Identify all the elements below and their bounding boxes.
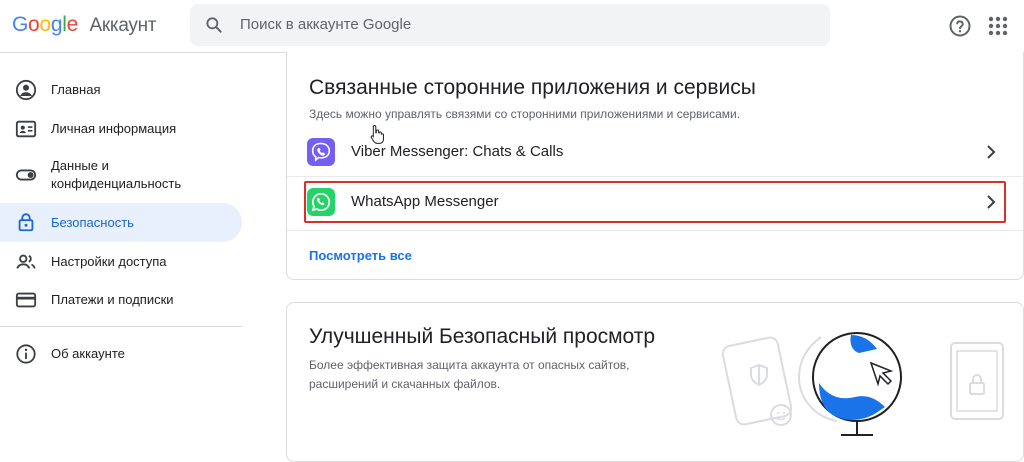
lock-icon bbox=[15, 211, 37, 233]
home-icon bbox=[15, 79, 37, 101]
card-description: Более эффективная защита аккаунта от опа… bbox=[309, 358, 630, 391]
logo-letter: G bbox=[12, 13, 29, 36]
sidebar-item-label: Об аккаунте bbox=[51, 346, 125, 361]
see-all-link[interactable]: Посмотреть все bbox=[309, 248, 412, 263]
safe-browsing-illustration-icon bbox=[721, 332, 1004, 436]
google-account-logo[interactable]: Google Аккаунт bbox=[12, 13, 157, 37]
card-title: Улучшенный Безопасный просмотр bbox=[309, 325, 656, 348]
sidebar-item-about[interactable]: Об аккаунте bbox=[0, 335, 242, 373]
row-divider bbox=[287, 230, 1023, 231]
sidebar-item-label: Настройки доступа bbox=[51, 254, 167, 269]
search-placeholder: Поиск в аккаунте Google bbox=[240, 16, 412, 33]
logo-letter: e bbox=[66, 13, 79, 36]
hand-cursor-icon bbox=[370, 124, 384, 144]
toggle-icon bbox=[15, 164, 37, 186]
logo-letter: o bbox=[28, 13, 40, 36]
sidebar-divider bbox=[0, 326, 242, 327]
search-input[interactable]: Поиск в аккаунте Google bbox=[190, 4, 830, 46]
sidebar-item-data-privacy[interactable]: Данные и конфиденциальность bbox=[0, 149, 242, 201]
sidebar-item-label: Главная bbox=[51, 82, 101, 97]
sidebar: Главная Личная информация Данные и конфи… bbox=[0, 53, 260, 440]
apps-grid-icon[interactable] bbox=[986, 14, 1010, 38]
sidebar-item-label: Личная информация bbox=[51, 121, 177, 136]
chevron-right-icon bbox=[987, 145, 996, 159]
sidebar-item-label: Платежи и подписки bbox=[51, 292, 174, 307]
card-description: Здесь можно управлять связями со сторонн… bbox=[309, 107, 741, 121]
viber-icon bbox=[307, 138, 335, 166]
sidebar-item-payments[interactable]: Платежи и подписки bbox=[0, 281, 242, 319]
sidebar-item-security[interactable]: Безопасность bbox=[0, 203, 242, 242]
sidebar-item-home[interactable]: Главная bbox=[0, 71, 242, 109]
credit-card-icon bbox=[15, 289, 37, 311]
sidebar-item-sharing[interactable]: Настройки доступа bbox=[0, 243, 242, 281]
app-name: Viber Messenger: Chats & Calls bbox=[351, 143, 564, 160]
top-bar: Google Аккаунт Поиск в аккаунте Google bbox=[0, 0, 1024, 53]
card-title: Связанные сторонние приложения и сервисы bbox=[309, 76, 756, 99]
sidebar-item-label: Безопасность bbox=[51, 215, 134, 230]
safe-browsing-card: Улучшенный Безопасный просмотр Более эфф… bbox=[286, 302, 1024, 462]
help-icon[interactable] bbox=[948, 14, 972, 38]
info-icon bbox=[15, 343, 37, 365]
people-icon bbox=[15, 251, 37, 273]
sidebar-item-personal-info[interactable]: Личная информация bbox=[0, 110, 242, 148]
app-row-viber[interactable]: Viber Messenger: Chats & Calls bbox=[303, 131, 1007, 173]
row-divider bbox=[287, 176, 1023, 177]
whatsapp-highlight-frame bbox=[304, 181, 1006, 223]
third-party-apps-card: Связанные сторонние приложения и сервисы… bbox=[286, 52, 1024, 280]
logo-letter: g bbox=[50, 13, 63, 36]
person-card-icon bbox=[15, 118, 37, 140]
product-name: Аккаунт bbox=[89, 15, 157, 36]
search-icon[interactable] bbox=[204, 15, 224, 35]
logo-letter: o bbox=[39, 13, 51, 36]
sidebar-item-label: Данные и конфиденциальность bbox=[51, 158, 182, 191]
